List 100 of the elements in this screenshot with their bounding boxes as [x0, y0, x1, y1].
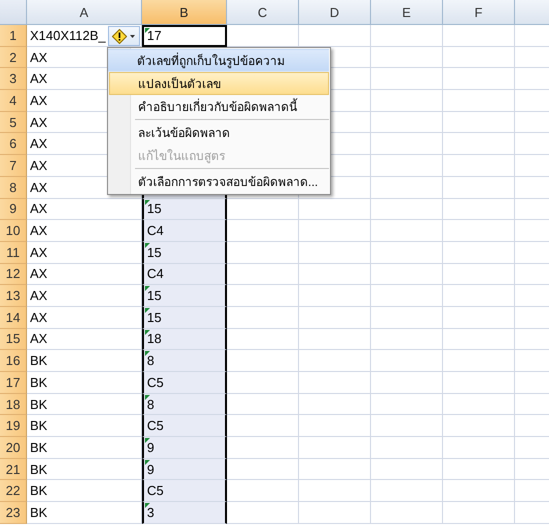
select-all-corner[interactable] — [0, 0, 27, 25]
column-header[interactable]: D — [299, 0, 371, 25]
table-cell — [227, 306, 299, 329]
table-cell — [443, 372, 515, 394]
table-cell — [299, 437, 371, 459]
table-cell — [299, 458, 371, 480]
table-cell — [299, 415, 371, 438]
row-header[interactable]: 23 — [0, 502, 27, 524]
menu-item[interactable]: แปลงเป็นตัวเลข — [109, 72, 330, 95]
menu-header: ตัวเลขที่ถูกเก็บในรูปข้อความ — [108, 49, 330, 72]
row-header[interactable]: 4 — [0, 90, 27, 112]
table-cell — [443, 25, 515, 47]
table-cell: C5 — [142, 372, 227, 394]
column-header[interactable]: A — [27, 0, 142, 25]
row-header[interactable]: 22 — [0, 480, 27, 502]
table-cell — [227, 437, 299, 459]
error-indicator-icon — [145, 330, 150, 335]
row-header[interactable]: 10 — [0, 220, 27, 242]
row-header[interactable]: 11 — [0, 242, 27, 264]
table-cell — [227, 394, 299, 416]
column-header[interactable]: E — [371, 0, 443, 25]
table-cell — [227, 285, 299, 307]
warning-icon — [112, 28, 127, 44]
table-cell — [227, 480, 299, 502]
row-header[interactable]: 6 — [0, 133, 27, 156]
table-cell — [299, 285, 371, 307]
table-cell — [443, 155, 515, 177]
row-header[interactable]: 21 — [0, 458, 27, 480]
table-cell — [299, 264, 371, 286]
error-indicator-icon — [145, 503, 150, 508]
row-header[interactable]: 1 — [0, 25, 27, 47]
table-cell: 8 — [142, 394, 227, 416]
table-cell — [371, 328, 443, 350]
row-header[interactable]: 17 — [0, 372, 27, 394]
row-header[interactable]: 14 — [0, 306, 27, 329]
table-cell — [227, 458, 299, 480]
table-cell — [371, 155, 443, 177]
error-indicator-icon — [145, 286, 150, 292]
row-header[interactable]: 13 — [0, 285, 27, 307]
table-cell — [371, 242, 443, 264]
table-cell — [299, 198, 371, 220]
column-header[interactable]: F — [443, 0, 515, 25]
table-cell — [371, 502, 443, 524]
table-cell — [227, 502, 299, 524]
table-cell — [299, 328, 371, 350]
table-cell — [371, 394, 443, 416]
row-header[interactable]: 18 — [0, 394, 27, 416]
error-options-button[interactable] — [108, 26, 140, 46]
table-cell — [371, 437, 443, 459]
table-cell — [443, 242, 515, 264]
table-cell — [371, 415, 443, 438]
table-cell: C4 — [142, 264, 227, 286]
error-indicator-icon — [145, 394, 150, 400]
row-header[interactable]: 15 — [0, 328, 27, 350]
row-header[interactable]: 19 — [0, 415, 27, 438]
table-cell — [443, 480, 515, 502]
table-cell: 3 — [142, 502, 227, 524]
table-cell: 8 — [142, 350, 227, 372]
row-header[interactable]: 12 — [0, 264, 27, 286]
table-cell — [443, 458, 515, 480]
error-indicator-icon — [145, 438, 150, 444]
table-cell — [443, 68, 515, 90]
table-cell: 18 — [142, 328, 227, 350]
row-header[interactable]: 3 — [0, 68, 27, 90]
table-cell — [227, 328, 299, 350]
table-cell — [371, 176, 443, 198]
table-cell — [443, 112, 515, 134]
table-cell: C5 — [142, 480, 227, 502]
table-cell — [371, 68, 443, 90]
row-header[interactable]: 8 — [0, 176, 27, 198]
row-header[interactable]: 2 — [0, 46, 27, 68]
row-header[interactable]: 5 — [0, 112, 27, 134]
row-header[interactable]: 16 — [0, 350, 27, 372]
column-header[interactable]: C — [227, 0, 299, 25]
table-cell — [227, 350, 299, 372]
row-header[interactable]: 7 — [0, 155, 27, 177]
table-cell — [371, 458, 443, 480]
table-cell — [371, 198, 443, 220]
table-cell — [371, 112, 443, 134]
table-cell — [227, 264, 299, 286]
table-cell — [371, 133, 443, 156]
table-cell — [371, 90, 443, 112]
error-indicator-icon — [145, 308, 150, 313]
table-cell — [443, 220, 515, 242]
table-cell: 17 — [142, 25, 227, 47]
table-cell — [443, 285, 515, 307]
table-cell — [371, 306, 443, 329]
table-cell — [443, 90, 515, 112]
table-cell: 15 — [142, 198, 227, 220]
row-header[interactable]: 20 — [0, 437, 27, 459]
column-header[interactable]: B — [142, 0, 227, 25]
table-cell — [371, 220, 443, 242]
table-cell: 15 — [142, 242, 227, 264]
table-cell: C5 — [142, 415, 227, 438]
table-cell — [443, 502, 515, 524]
table-cell — [299, 372, 371, 394]
table-cell: 9 — [142, 458, 227, 480]
table-cell — [371, 350, 443, 372]
row-header[interactable]: 9 — [0, 198, 27, 220]
table-cell — [227, 415, 299, 438]
